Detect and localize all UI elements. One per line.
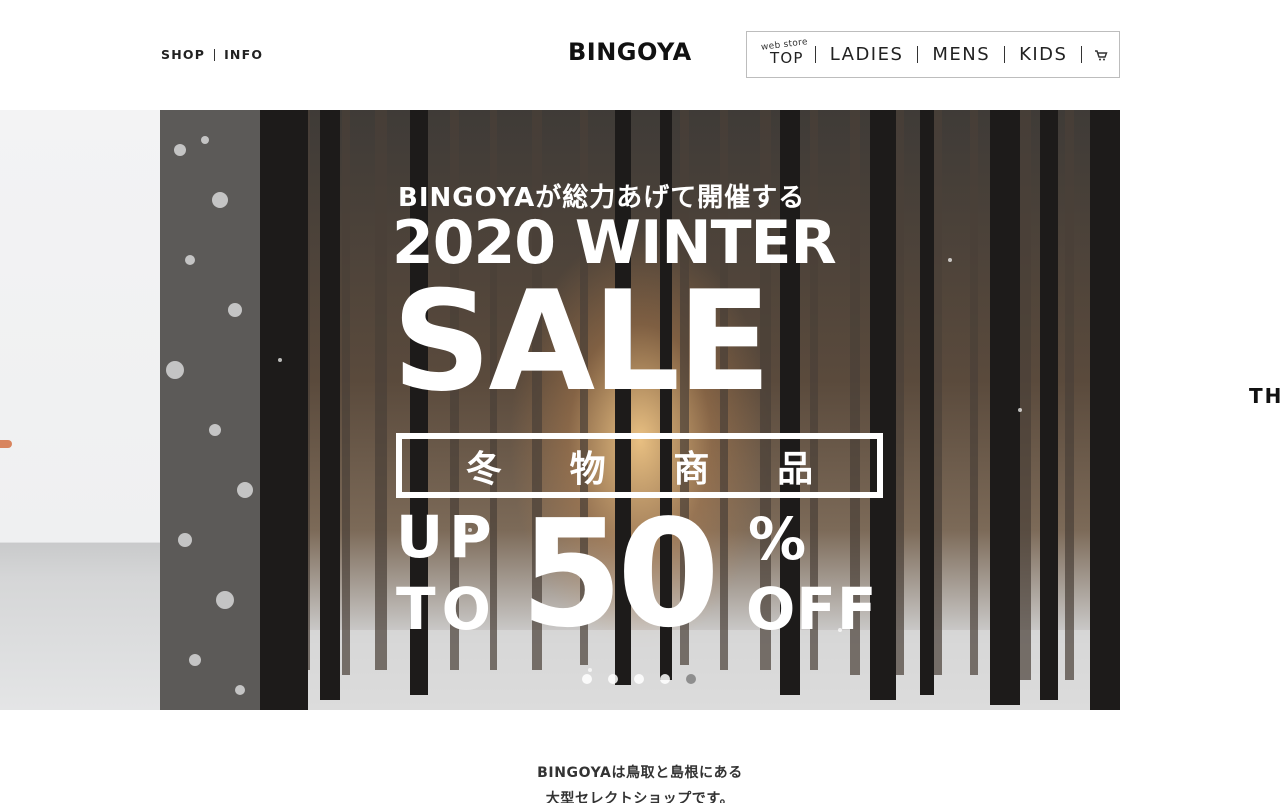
hero-slide[interactable]: BINGOYAが総力あげて開催する 2020 WINTER SALE 冬 物 商… [160, 110, 1120, 710]
nav-mens[interactable]: MENS [918, 44, 1004, 65]
divider [214, 48, 216, 61]
next-slide-peek[interactable]: TH [1249, 384, 1280, 408]
top-links: SHOP INFO [161, 47, 263, 62]
nav-ladies[interactable]: LADIES [816, 44, 918, 65]
intro-line-1: BINGOYAは鳥取と島根にある [537, 765, 743, 781]
off-text: OFF [746, 575, 878, 643]
discount-number: 50 [520, 488, 720, 660]
slider-dot[interactable] [608, 674, 618, 684]
previous-slide-peek[interactable] [0, 110, 160, 710]
site-logo[interactable]: BINGOYA [568, 38, 692, 66]
slider-dot[interactable] [634, 674, 644, 684]
intro-line-2: 大型セレクトショップです。 [545, 791, 735, 803]
cart-icon [1094, 49, 1108, 60]
up-text: UP [396, 503, 498, 571]
category-char: 品 [777, 448, 814, 490]
info-link[interactable]: INFO [224, 47, 263, 62]
slider-dot[interactable] [582, 674, 592, 684]
cart-button[interactable] [1082, 49, 1119, 61]
nav-webstore-top[interactable]: web store TOP [747, 32, 815, 77]
category-char: 冬 [465, 448, 502, 490]
category-char: 物 [569, 448, 606, 490]
slider-dots [582, 674, 696, 684]
prev-slide-detail [0, 440, 12, 448]
slider-dot[interactable] [686, 674, 696, 684]
percent-sign: % [748, 505, 807, 573]
sale-title: SALE [392, 261, 771, 422]
main-nav: web store TOP LADIES MENS KIDS [746, 31, 1120, 78]
top-label: TOP [770, 49, 804, 67]
category-char: 商 [673, 448, 710, 490]
shop-link[interactable]: SHOP [161, 47, 205, 62]
slider-dot[interactable] [660, 674, 670, 684]
nav-kids[interactable]: KIDS [1005, 44, 1081, 65]
to-text: TO [396, 575, 497, 643]
